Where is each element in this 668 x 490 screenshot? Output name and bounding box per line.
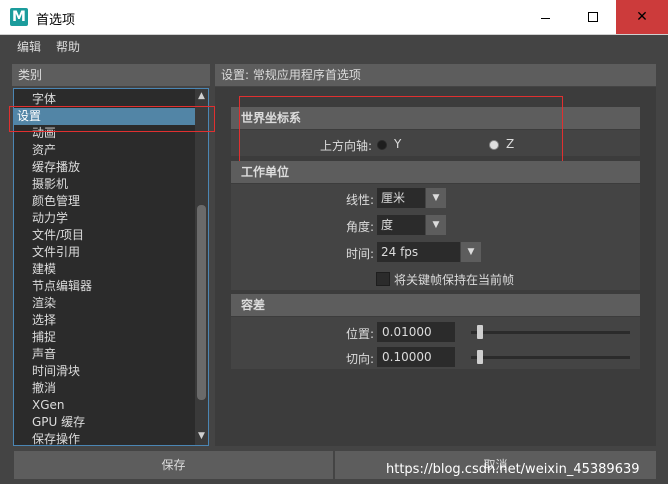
save-button[interactable]: 保存 xyxy=(14,451,333,479)
categories-list[interactable]: 字体 设置 动画 资产 缓存播放 摄影机 颜色管理 动力学 文件/项目 文件引用… xyxy=(13,88,209,446)
scrollbar-thumb[interactable] xyxy=(197,205,206,400)
position-label: 位置: xyxy=(345,327,374,341)
category-snapping[interactable]: 捕捉 xyxy=(32,329,56,346)
category-cached-playback[interactable]: 缓存播放 xyxy=(32,159,80,176)
category-file-references[interactable]: 文件引用 xyxy=(32,244,80,261)
tangent-label: 切向: xyxy=(345,352,374,366)
position-slider-handle[interactable] xyxy=(477,325,484,339)
menu-help[interactable]: 帮助 xyxy=(56,38,80,55)
time-dropdown[interactable]: 24 fps xyxy=(377,242,460,262)
maximize-icon xyxy=(588,12,598,22)
category-modeling[interactable]: 建模 xyxy=(32,261,56,278)
category-sound[interactable]: 声音 xyxy=(32,346,56,363)
angular-label: 角度: xyxy=(345,220,374,234)
category-selection[interactable]: 选择 xyxy=(32,312,56,329)
categories-header: 类别 xyxy=(12,64,210,86)
category-gpu-cache[interactable]: GPU 缓存 xyxy=(32,414,85,431)
watermark-text: https://blog.csdn.net/weixin_45389639 xyxy=(386,462,640,477)
window-title: 首选项 xyxy=(36,13,76,28)
angular-dropdown[interactable]: 度 xyxy=(377,215,425,235)
angular-dropdown-arrow-icon[interactable]: ▼ xyxy=(426,215,446,235)
maximize-button[interactable] xyxy=(570,0,616,34)
tangent-field[interactable]: 0.10000 xyxy=(377,347,455,367)
time-label: 时间: xyxy=(345,247,374,261)
tangent-slider[interactable] xyxy=(471,356,630,359)
keep-keys-checkbox[interactable] xyxy=(376,272,390,286)
keep-keys-label: 将关键帧保持在当前帧 xyxy=(394,273,515,287)
tangent-slider-handle[interactable] xyxy=(477,350,484,364)
working-units-section-title[interactable]: 工作单位 xyxy=(231,161,640,183)
highlight-box-category xyxy=(9,106,215,132)
close-icon: ✕ xyxy=(636,9,648,25)
category-xgen[interactable]: XGen xyxy=(32,397,65,414)
minimize-icon xyxy=(541,18,550,19)
scroll-up-arrow-icon[interactable]: ▲ xyxy=(196,91,207,102)
highlight-box-world-coords xyxy=(239,96,563,162)
category-dynamics[interactable]: 动力学 xyxy=(32,210,68,227)
category-color-management[interactable]: 颜色管理 xyxy=(32,193,80,210)
category-node-editor[interactable]: 节点编辑器 xyxy=(32,278,92,295)
tolerance-section-title[interactable]: 容差 xyxy=(231,294,640,316)
settings-header: 设置: 常规应用程序首选项 xyxy=(215,64,656,86)
time-dropdown-arrow-icon[interactable]: ▼ xyxy=(461,242,481,262)
position-slider[interactable] xyxy=(471,331,630,334)
category-undo[interactable]: 撤消 xyxy=(32,380,56,397)
linear-dropdown-arrow-icon[interactable]: ▼ xyxy=(426,188,446,208)
category-cameras[interactable]: 摄影机 xyxy=(32,176,68,193)
position-field[interactable]: 0.01000 xyxy=(377,322,455,342)
linear-label: 线性: xyxy=(345,193,374,207)
scroll-down-arrow-icon[interactable]: ▼ xyxy=(196,431,207,442)
maya-app-icon: M xyxy=(10,8,28,26)
category-time-slider[interactable]: 时间滑块 xyxy=(32,363,80,380)
close-button[interactable]: ✕ xyxy=(616,0,668,34)
menu-bar xyxy=(0,35,668,57)
category-rendering[interactable]: 渲染 xyxy=(32,295,56,312)
category-assets[interactable]: 资产 xyxy=(32,142,56,159)
linear-dropdown[interactable]: 厘米 xyxy=(377,188,425,208)
bottom-edge xyxy=(0,484,668,490)
menu-edit[interactable]: 编辑 xyxy=(17,38,41,55)
category-files-projects[interactable]: 文件/项目 xyxy=(32,227,84,244)
category-save-actions[interactable]: 保存操作 xyxy=(32,431,80,445)
minimize-button[interactable] xyxy=(522,0,568,34)
